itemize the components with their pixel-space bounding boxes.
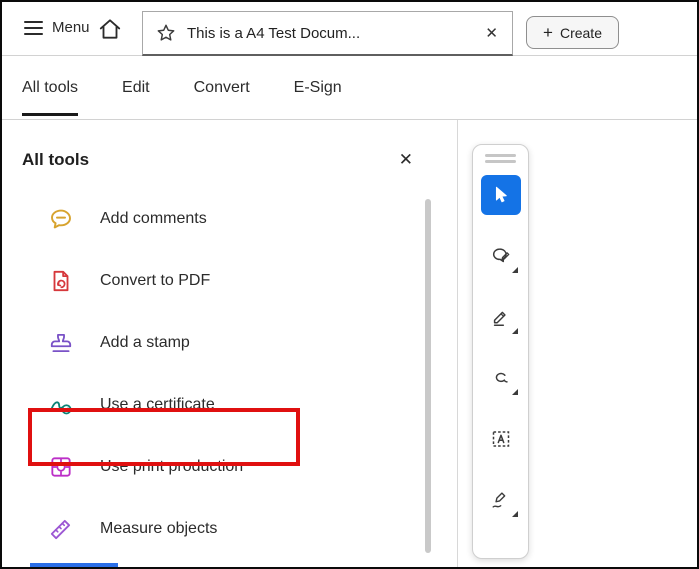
comment-tool-icon	[490, 245, 512, 267]
create-button[interactable]: + Create	[526, 16, 619, 49]
star-icon[interactable]	[155, 22, 177, 44]
home-button[interactable]	[97, 16, 123, 42]
draw-tool-button[interactable]	[481, 358, 521, 398]
quick-tools-toolbar	[472, 144, 529, 559]
measure-icon	[48, 516, 74, 542]
panel-header: All tools ✕	[2, 120, 457, 170]
tab-close-icon[interactable]: ✕	[483, 24, 500, 42]
acrobat-window: Menu This is a A4 Test Docum... ✕ + Crea…	[0, 0, 699, 569]
flyout-indicator-icon	[512, 511, 518, 517]
list-item-use-print-production[interactable]: Use print production	[2, 436, 457, 498]
print-production-icon	[48, 454, 74, 480]
text-box-icon	[489, 427, 513, 451]
top-bar: Menu This is a A4 Test Docum... ✕ + Crea…	[2, 2, 697, 56]
create-button-label: Create	[560, 25, 602, 41]
mode-navbar: All tools Edit Convert E-Sign	[2, 57, 697, 120]
hamburger-menu-icon[interactable]	[24, 21, 43, 36]
toolbar-drag-handle[interactable]	[485, 154, 516, 163]
panel-close-icon[interactable]: ✕	[399, 150, 413, 170]
flyout-indicator-icon	[512, 389, 518, 395]
tab-convert[interactable]: Convert	[194, 57, 250, 119]
toolbar-buttons	[481, 175, 521, 520]
sign-tool-icon	[490, 489, 512, 511]
tool-list: Add comments Convert to PDF Add a stamp	[2, 188, 457, 560]
draw-tool-icon	[490, 367, 512, 389]
all-tools-panel: All tools ✕ Add comments Convert to PDF	[2, 120, 458, 567]
menu-button[interactable]: Menu	[52, 19, 90, 36]
select-tool-button[interactable]	[481, 175, 521, 215]
tab-all-tools[interactable]: All tools	[22, 57, 78, 119]
list-item-add-a-stamp[interactable]: Add a stamp	[2, 312, 457, 374]
list-item-label: Convert to PDF	[100, 272, 210, 290]
stamp-icon	[48, 330, 74, 356]
flyout-indicator-icon	[512, 328, 518, 334]
panel-title: All tools	[22, 150, 89, 170]
list-item-measure-objects[interactable]: Measure objects	[2, 498, 457, 560]
list-item-label: Add comments	[100, 210, 207, 228]
list-item-add-comments[interactable]: Add comments	[2, 188, 457, 250]
list-item-label: Use print production	[100, 458, 243, 476]
comment-tool-button[interactable]	[481, 236, 521, 276]
document-tab-title: This is a A4 Test Docum...	[187, 25, 473, 42]
list-item-label: Use a certificate	[100, 396, 215, 414]
comment-icon	[48, 206, 74, 232]
tab-esign[interactable]: E-Sign	[294, 57, 342, 119]
text-box-tool-button[interactable]	[481, 419, 521, 459]
highlight-tool-icon	[490, 306, 512, 328]
partial-blue-element	[30, 563, 118, 569]
plus-icon: +	[543, 24, 553, 41]
list-item-use-a-certificate[interactable]: Use a certificate	[2, 374, 457, 436]
highlight-tool-button[interactable]	[481, 297, 521, 337]
list-item-label: Add a stamp	[100, 334, 190, 352]
certificate-icon	[48, 392, 74, 418]
document-tab[interactable]: This is a A4 Test Docum... ✕	[142, 11, 513, 56]
select-arrow-icon	[490, 184, 512, 206]
list-item-convert-to-pdf[interactable]: Convert to PDF	[2, 250, 457, 312]
sign-tool-button[interactable]	[481, 480, 521, 520]
convert-pdf-icon	[48, 268, 74, 294]
list-item-label: Measure objects	[100, 520, 217, 538]
tab-edit[interactable]: Edit	[122, 57, 150, 119]
panel-scrollbar[interactable]	[425, 199, 431, 553]
flyout-indicator-icon	[512, 267, 518, 273]
home-icon	[97, 16, 123, 42]
